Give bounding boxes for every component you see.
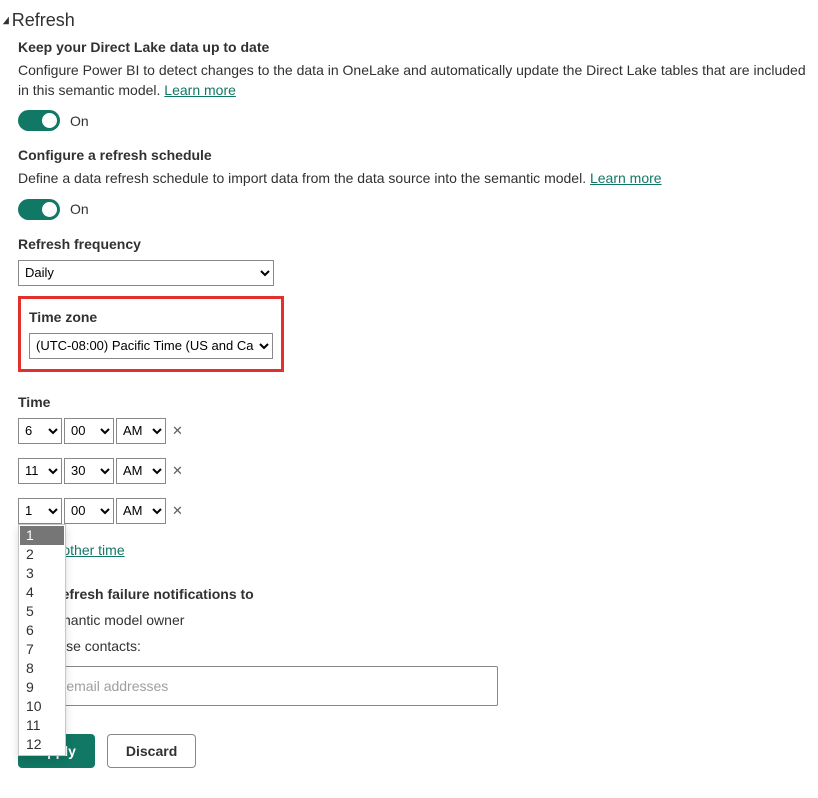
hour-dropdown-option[interactable]: 9: [20, 678, 64, 697]
timezone-highlight-box: Time zone (UTC-08:00) Pacific Time (US a…: [18, 296, 284, 372]
schedule-description: Define a data refresh schedule to import…: [18, 169, 818, 189]
remove-time-icon[interactable]: ✕: [172, 503, 183, 519]
direct-lake-toggle[interactable]: [18, 110, 60, 131]
discard-button[interactable]: Discard: [107, 734, 196, 768]
timezone-label: Time zone: [29, 309, 273, 325]
hour-dropdown-option[interactable]: 5: [20, 602, 64, 621]
hour-dropdown-option[interactable]: 2: [20, 545, 64, 564]
ampm-select[interactable]: AM: [116, 498, 166, 524]
hour-dropdown-option[interactable]: 7: [20, 640, 64, 659]
time-label: Time: [18, 394, 818, 410]
minute-select[interactable]: 30: [64, 458, 114, 484]
hour-dropdown-list: 123456789101112: [18, 524, 66, 756]
minute-select[interactable]: 00: [64, 418, 114, 444]
hour-select[interactable]: 1: [18, 498, 62, 524]
direct-lake-toggle-label: On: [70, 113, 89, 129]
hour-dropdown-option[interactable]: 1: [20, 526, 64, 545]
direct-lake-heading: Keep your Direct Lake data up to date: [18, 39, 818, 55]
contacts-email-input[interactable]: [18, 666, 498, 706]
schedule-learn-more-link[interactable]: Learn more: [590, 170, 662, 186]
direct-lake-desc-text: Configure Power BI to detect changes to …: [18, 62, 806, 98]
hour-dropdown-option[interactable]: 12: [20, 735, 64, 754]
schedule-desc-text: Define a data refresh schedule to import…: [18, 170, 590, 186]
schedule-heading: Configure a refresh schedule: [18, 147, 818, 163]
hour-dropdown-option[interactable]: 4: [20, 583, 64, 602]
hour-select[interactable]: 6: [18, 418, 62, 444]
time-row: 600AM ✕: [18, 418, 818, 444]
time-row: 1130AM ✕: [18, 458, 818, 484]
remove-time-icon[interactable]: ✕: [172, 463, 183, 479]
schedule-toggle-label: On: [70, 201, 89, 217]
ampm-select[interactable]: AM: [116, 418, 166, 444]
schedule-toggle[interactable]: [18, 199, 60, 220]
timezone-select[interactable]: (UTC-08:00) Pacific Time (US and Can: [29, 333, 273, 359]
frequency-label: Refresh frequency: [18, 236, 818, 252]
minute-select[interactable]: 00: [64, 498, 114, 524]
hour-dropdown-option[interactable]: 10: [20, 697, 64, 716]
direct-lake-description: Configure Power BI to detect changes to …: [18, 61, 818, 100]
hour-dropdown-option[interactable]: 8: [20, 659, 64, 678]
hour-dropdown-option[interactable]: 11: [20, 716, 64, 735]
hour-dropdown-option[interactable]: 3: [20, 564, 64, 583]
hour-select[interactable]: 11: [18, 458, 62, 484]
expand-caret-icon[interactable]: ◢: [3, 15, 9, 26]
frequency-select[interactable]: Daily: [18, 260, 274, 286]
section-title: Refresh: [12, 10, 75, 31]
time-row: 100AM✕123456789101112: [18, 498, 818, 524]
ampm-select[interactable]: AM: [116, 458, 166, 484]
notifications-heading: Send refresh failure notifications to: [18, 586, 818, 602]
hour-dropdown-option[interactable]: 6: [20, 621, 64, 640]
remove-time-icon[interactable]: ✕: [172, 423, 183, 439]
direct-lake-learn-more-link[interactable]: Learn more: [164, 82, 236, 98]
